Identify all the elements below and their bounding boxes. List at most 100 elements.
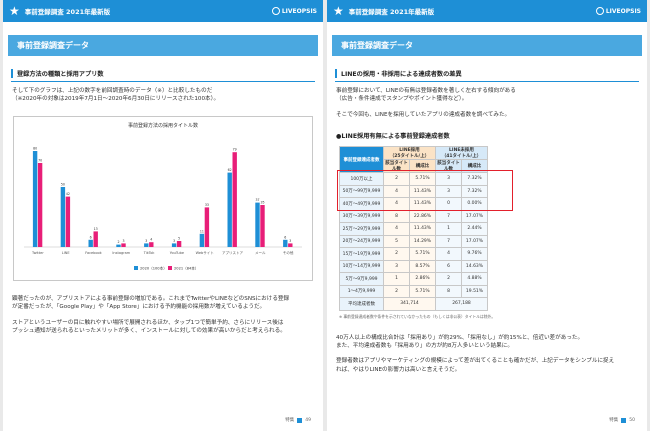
bar-YouTube-1 [176, 240, 182, 247]
heading-accent-bar [11, 69, 13, 78]
table-cell: 5 [383, 234, 410, 249]
body-paragraph-2: ストアというユーザーの目に触れやすい場所で展開されるほか、タップ1つで簡単予約、… [12, 319, 286, 334]
body-paragraph-1: 40万人以上の構成比合計は「採用あり」が約29%、「採用なし」が約15%と、倍近… [336, 334, 584, 350]
x-tick-label: Webサイト [196, 250, 214, 255]
data-label: 13 [94, 227, 98, 231]
footer-square-icon [297, 417, 303, 423]
intro-paragraph: 事前登録において、LINEの有無は登録者数を著しく左右する傾向がある （広告・条… [336, 88, 516, 103]
page-footer: 特集 50 [609, 417, 635, 423]
table-cell: 14.63% [461, 259, 488, 274]
x-tick-label: アプリストア [222, 250, 243, 255]
legend-label: 2021（84本） [174, 265, 199, 270]
table-cell: 1 [435, 222, 462, 236]
bar-chart: 事前登録方法の採用タイトル数 80 70 Twitter 50 42 LINE 6 13 Face… [13, 115, 313, 281]
table-cell: 19.51% [461, 284, 488, 299]
bar-Twitter-0 [32, 150, 38, 247]
x-tick-label: Instagram [112, 251, 130, 255]
page-49: ★ 事前登録調査 2021年最新版 LIVEOPSIS 事前登録調査データ 登録… [3, 0, 323, 431]
section-title: 登録方法の種類と採用アプリ数 [17, 71, 104, 78]
table-row: 30万〜39万9,999 8 22.86% 7 17.07% [339, 209, 488, 224]
x-tick-label: TikTok [143, 251, 156, 255]
table-note: ※ 事前登録達成者数や条件を示されていなかったもの（もしくは非公表）タイトルは除… [339, 313, 496, 319]
table-row: 25万〜29万9,999 4 11.43% 1 2.44% [339, 222, 488, 236]
table-cell: 4.88% [461, 272, 488, 286]
x-tick-label: LINE [62, 251, 70, 255]
data-label: 50 [61, 182, 65, 186]
star-icon: ★ [333, 4, 344, 18]
table-cell: 5.71% [409, 247, 436, 261]
x-tick-label: Twitter [31, 251, 44, 255]
table-cell: 7 [435, 234, 462, 249]
bar-Twitter-1 [37, 162, 43, 247]
header-title: 事前登録調査 2021年最新版 [348, 8, 435, 16]
table-cell: 8.57% [409, 259, 436, 274]
table-cell: 14.29% [409, 234, 436, 249]
table-cell: 5.71% [409, 284, 436, 299]
data-label: 3 [145, 239, 147, 243]
bar-その他-0 [283, 239, 288, 247]
page-header: ★ 事前登録調査 2021年最新版 LIVEOPSIS [327, 0, 647, 22]
table-cell: 2 [383, 284, 410, 299]
table-cell: 17.07% [461, 234, 488, 249]
table-cell: 4 [383, 222, 410, 236]
table-row: 1〜4万9,999 2 5.71% 8 19.51% [339, 284, 488, 299]
row-label: 10万〜14万9,999 [339, 259, 384, 274]
table-row: 平均達成者数 341,714 267,188 [339, 297, 488, 311]
data-label: 6 [90, 235, 92, 239]
data-label: 33 [205, 203, 209, 207]
bar-アプリストア-0 [227, 172, 232, 247]
logo-circle-icon [595, 7, 604, 15]
legend-swatch [168, 265, 172, 270]
line-adopted-header: LINE採用 （25タイトル/上） [383, 146, 436, 161]
data-label: 4 [150, 237, 152, 241]
x-tick-label: Facebook [85, 251, 102, 255]
page-number: 50 [629, 417, 635, 423]
data-label: 37 [255, 198, 259, 202]
liveopsis-logo: LIVEOPSIS [271, 7, 317, 15]
intro-paragraph-2: そこで今回も、LINEを採用していたアプリの達成者数を調べてみた。 [336, 111, 511, 118]
data-label: 3 [289, 239, 291, 243]
table-corner-header: 事前登録達成者数 [339, 146, 384, 174]
table-cell: 7 [435, 209, 462, 224]
line-not-adopted-header: LINE未採用 （41タイトル/上） [435, 146, 488, 161]
section-band: 事前登録調査データ [8, 35, 318, 56]
chart-title: 事前登録方法の採用タイトル数 [128, 122, 198, 129]
heading-accent-bar [335, 69, 337, 78]
body-paragraph-2: 登録者数はアプリやマーケティングの規模によって差が出てくることも確かだが、上記デ… [336, 358, 615, 373]
table-cell: 3 [383, 259, 410, 274]
page-50: ★ 事前登録調査 2021年最新版 LIVEOPSIS 事前登録調査データ LI… [327, 0, 647, 431]
table-cell: 6 [435, 259, 462, 274]
data-label: 70 [38, 158, 42, 162]
row-label: 20万〜24万9,999 [339, 234, 384, 249]
table-row: 15万〜19万9,999 2 5.71% 4 9.76% [339, 247, 488, 261]
data-label: 62 [228, 168, 232, 172]
page-header: ★ 事前登録調査 2021年最新版 LIVEOPSIS [3, 0, 323, 22]
bar-Instagram-0 [116, 244, 121, 247]
document-spread: ★ 事前登録調査 2021年最新版 LIVEOPSIS 事前登録調査データ 登録… [0, 0, 650, 431]
table-cell: 8 [435, 284, 462, 299]
intro-paragraph: そして下のグラフは、上記の数字を前回調査時のデータ（※）と比較したものだ （※2… [12, 88, 220, 103]
row-label: 30万〜39万9,999 [339, 209, 384, 224]
table-row: 5万〜9万9,999 1 2.86% 2 4.88% [339, 272, 488, 286]
bar-Webサイト-0 [199, 233, 205, 247]
body-paragraph-1: 顕著だったのが、アプリストアによる事前登録の増加である。これまでTwitterや… [12, 295, 290, 311]
section-band: 事前登録調査データ [332, 35, 642, 56]
bar-その他-1 [288, 243, 293, 247]
row-label: 5万〜9万9,999 [339, 272, 384, 286]
bar-メール-1 [260, 204, 265, 247]
bar-メール-0 [255, 202, 260, 247]
x-tick-label: メール [255, 251, 266, 255]
table-cell: 2.86% [409, 272, 436, 286]
legend-swatch [134, 265, 138, 270]
table-row: 20万〜24万9,999 5 14.29% 7 17.07% [339, 234, 488, 249]
data-label: 5 [178, 236, 180, 240]
bar-アプリストア-1 [232, 151, 237, 247]
bar-Instagram-1 [121, 243, 126, 247]
data-label: 79 [233, 147, 237, 151]
section-heading: 登録方法の種類と採用アプリ数 [11, 69, 315, 82]
header-title: 事前登録調査 2021年最新版 [24, 8, 111, 16]
data-label: 11 [200, 229, 204, 233]
table-row: 10万〜14万9,999 3 8.57% 6 14.63% [339, 259, 488, 274]
bar-Webサイト-1 [204, 207, 210, 247]
page-number: 49 [305, 417, 311, 423]
